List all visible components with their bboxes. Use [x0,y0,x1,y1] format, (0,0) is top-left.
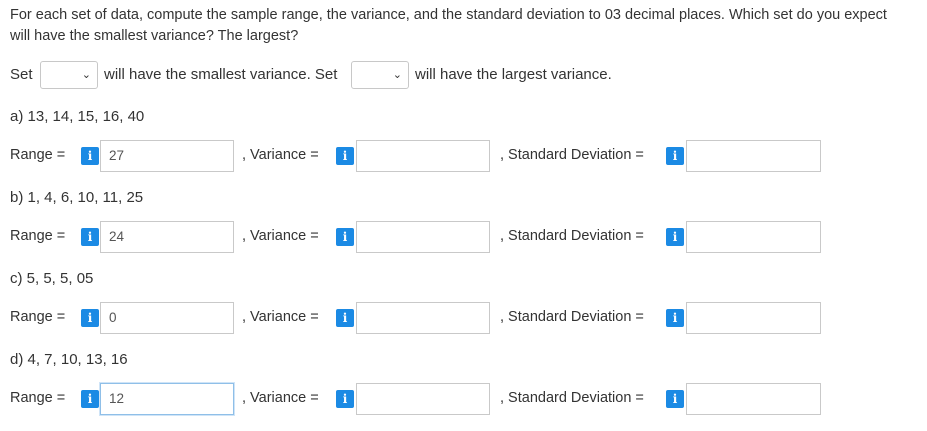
range-input-b[interactable]: 24 [100,221,234,253]
variance-input-c[interactable] [356,302,490,334]
variance-label: , Variance = [242,147,319,163]
dataset-d-row: Range = i 12 , Variance = i , Standard D… [0,382,927,416]
range-input-a[interactable]: 27 [100,140,234,172]
info-icon[interactable]: i [336,309,354,327]
info-icon[interactable]: i [336,390,354,408]
info-icon[interactable]: i [81,147,99,165]
info-icon[interactable]: i [666,390,684,408]
dataset-c-row: Range = i 0 , Variance = i , Standard De… [0,301,927,335]
info-icon[interactable]: i [666,228,684,246]
variance-label: , Variance = [242,228,319,244]
info-icon[interactable]: i [81,228,99,246]
smallest-variance-text: will have the smallest variance. Set [104,66,338,83]
std-label: , Standard Deviation = [500,228,644,244]
std-label: , Standard Deviation = [500,309,644,325]
info-icon[interactable]: i [336,228,354,246]
std-label: , Standard Deviation = [500,147,644,163]
chevron-down-icon: ⌄ [81,68,91,81]
smallest-variance-select[interactable]: ⌄ [40,61,98,89]
std-label: , Standard Deviation = [500,390,644,406]
std-input-c[interactable] [686,302,821,334]
dataset-a-row: Range = i 27 , Variance = i , Standard D… [0,139,927,173]
info-icon[interactable]: i [666,309,684,327]
question-text: For each set of data, compute the sample… [10,7,887,44]
std-input-a[interactable] [686,140,821,172]
range-input-d[interactable]: 12 [100,383,234,415]
info-icon[interactable]: i [81,390,99,408]
variance-input-b[interactable] [356,221,490,253]
info-icon[interactable]: i [81,309,99,327]
range-label: Range = [10,309,66,325]
set-label-1: Set [10,66,33,83]
dataset-b-title: b) 1, 4, 6, 10, 11, 25 [10,189,144,206]
variance-label: , Variance = [242,390,319,406]
range-label: Range = [10,147,66,163]
std-input-d[interactable] [686,383,821,415]
info-icon[interactable]: i [666,147,684,165]
range-label: Range = [10,390,66,406]
largest-variance-select[interactable]: ⌄ [351,61,409,89]
chevron-down-icon: ⌄ [392,68,402,81]
variance-input-d[interactable] [356,383,490,415]
dataset-d-title: d) 4, 7, 10, 13, 16 [10,351,128,368]
variance-input-a[interactable] [356,140,490,172]
range-label: Range = [10,228,66,244]
largest-variance-text: will have the largest variance. [415,66,612,83]
std-input-b[interactable] [686,221,821,253]
dataset-a-title: a) 13, 14, 15, 16, 40 [10,108,145,125]
range-input-c[interactable]: 0 [100,302,234,334]
dataset-c-title: c) 5, 5, 5, 05 [10,270,94,287]
dataset-b-row: Range = i 24 , Variance = i , Standard D… [0,220,927,254]
info-icon[interactable]: i [336,147,354,165]
variance-label: , Variance = [242,309,319,325]
